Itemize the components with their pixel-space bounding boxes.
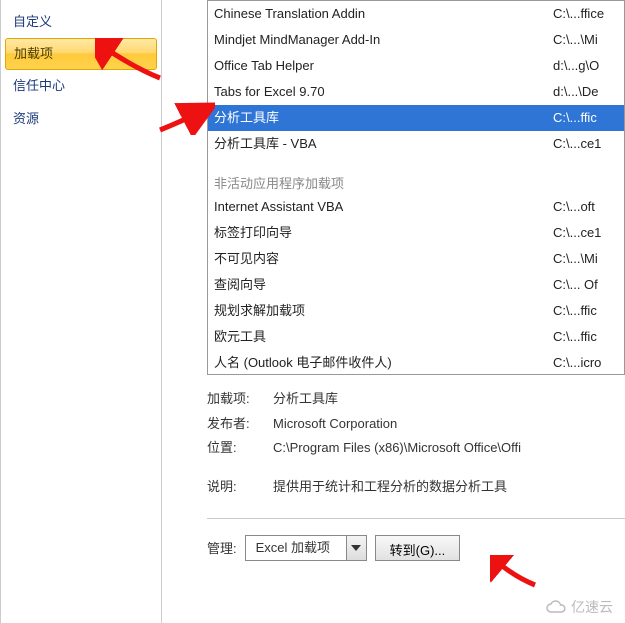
addin-name: 人名 (Outlook 电子邮件收件人) xyxy=(214,352,553,374)
addin-path: d:\...\De xyxy=(553,81,618,103)
addin-row[interactable]: 不可见内容 C:\...\Mi xyxy=(208,246,624,272)
manage-dropdown[interactable]: Excel 加载项 xyxy=(245,535,367,561)
addin-row[interactable]: 规划求解加载项 C:\...ffic xyxy=(208,298,624,324)
addin-name: Internet Assistant VBA xyxy=(214,196,553,218)
addin-row-selected[interactable]: 分析工具库 C:\...ffic xyxy=(208,105,624,131)
addin-name: 规划求解加载项 xyxy=(214,300,553,322)
addin-path: C:\... Of xyxy=(553,274,618,296)
addin-path: C:\...ffic xyxy=(553,107,618,129)
addin-name: 标签打印向导 xyxy=(214,222,553,244)
details-location-value: C:\Program Files (x86)\Microsoft Office\… xyxy=(273,436,625,461)
addin-row[interactable]: 欧元工具 C:\...ffic xyxy=(208,324,624,350)
addin-details: 加载项: 分析工具库 发布者: Microsoft Corporation 位置… xyxy=(207,383,625,500)
details-publisher-value: Microsoft Corporation xyxy=(273,412,625,437)
addin-path: C:\...\Mi xyxy=(553,248,618,270)
addin-row[interactable]: Tabs for Excel 9.70 d:\...\De xyxy=(208,79,624,105)
details-addin-label: 加载项: xyxy=(207,387,273,412)
addin-path: C:\...ce1 xyxy=(553,133,618,155)
details-location-label: 位置: xyxy=(207,436,273,461)
manage-label: 管理: xyxy=(207,538,237,557)
addin-row[interactable]: Internet Assistant VBA C:\...oft xyxy=(208,194,624,220)
addin-name: 分析工具库 - VBA xyxy=(214,133,553,155)
addin-row[interactable]: 分析工具库 - VBA C:\...ce1 xyxy=(208,131,624,157)
addin-row[interactable]: Office Tab Helper d:\...g\O xyxy=(208,53,624,79)
addin-row[interactable]: Chinese Translation Addin C:\...ffice xyxy=(208,1,624,27)
addin-path: d:\...g\O xyxy=(553,55,618,77)
addin-name: Office Tab Helper xyxy=(214,55,553,77)
sidebar-item-addins[interactable]: 加载项 xyxy=(5,38,157,70)
addin-path: C:\...ffic xyxy=(553,300,618,322)
addin-name: 查阅向导 xyxy=(214,274,553,296)
addin-row[interactable]: 查阅向导 C:\... Of xyxy=(208,272,624,298)
addin-path: C:\...\Mi xyxy=(553,29,618,51)
chevron-down-icon[interactable] xyxy=(346,536,366,560)
addin-row[interactable]: Mindjet MindManager Add-In C:\...\Mi xyxy=(208,27,624,53)
main-panel: Chinese Translation Addin C:\...ffice Mi… xyxy=(162,0,625,623)
addin-list[interactable]: Chinese Translation Addin C:\...ffice Mi… xyxy=(207,0,625,375)
addin-name: Mindjet MindManager Add-In xyxy=(214,29,553,51)
details-publisher-label: 发布者: xyxy=(207,412,273,437)
manage-dropdown-value: Excel 加载项 xyxy=(246,536,346,560)
watermark-text: 亿速云 xyxy=(571,597,613,617)
addin-name: Chinese Translation Addin xyxy=(214,3,553,25)
sidebar-item-trust-center[interactable]: 信任中心 xyxy=(1,70,161,102)
addin-row[interactable]: 标签打印向导 C:\...ce1 xyxy=(208,220,624,246)
addin-path: C:\...ffic xyxy=(553,326,618,348)
details-addin-value: 分析工具库 xyxy=(273,387,625,412)
addin-path: C:\...ce1 xyxy=(553,222,618,244)
sidebar-item-resources[interactable]: 资源 xyxy=(1,103,161,135)
addin-row[interactable]: 人名 (Outlook 电子邮件收件人) C:\...icro xyxy=(208,350,624,375)
addin-path: C:\...ffice xyxy=(553,3,618,25)
details-description-value: 提供用于统计和工程分析的数据分析工具 xyxy=(273,475,625,500)
sidebar-item-customize[interactable]: 自定义 xyxy=(1,6,161,38)
addin-name: 欧元工具 xyxy=(214,326,553,348)
inactive-section-header: 非活动应用程序加载项 xyxy=(208,167,624,194)
addin-name: 不可见内容 xyxy=(214,248,553,270)
addin-name: 分析工具库 xyxy=(214,107,553,129)
go-button[interactable]: 转到(G)... xyxy=(375,535,461,561)
addin-name: Tabs for Excel 9.70 xyxy=(214,81,553,103)
sidebar: 自定义 加载项 信任中心 资源 xyxy=(0,0,162,623)
addin-path: C:\...icro xyxy=(553,352,618,374)
details-description-label: 说明: xyxy=(207,475,273,500)
addin-path: C:\...oft xyxy=(553,196,618,218)
manage-bar: 管理: Excel 加载项 转到(G)... xyxy=(207,518,625,561)
cloud-icon xyxy=(545,600,567,614)
watermark: 亿速云 xyxy=(545,597,613,617)
